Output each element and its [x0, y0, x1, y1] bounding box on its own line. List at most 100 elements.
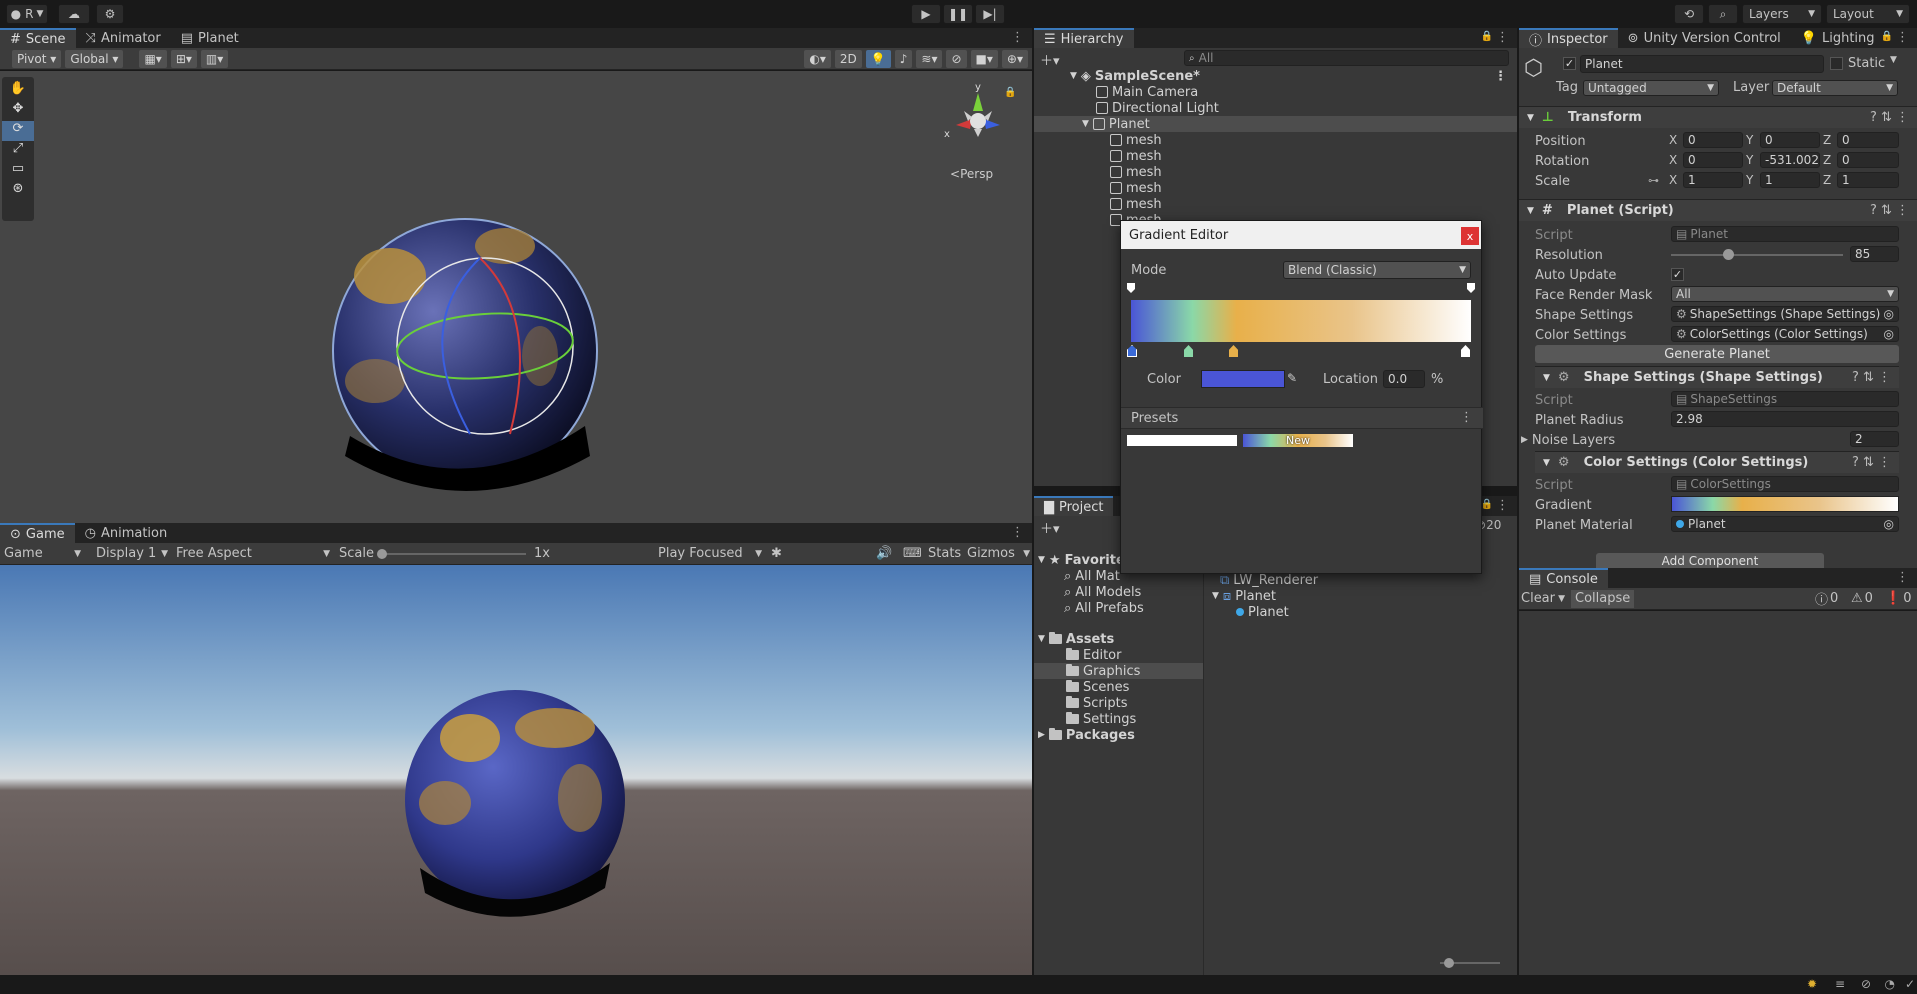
move-tool-icon[interactable]: ✥ — [2, 101, 34, 121]
tab-scene[interactable]: # Scene — [0, 28, 76, 48]
add-component-button[interactable]: Add Component — [1596, 553, 1824, 568]
lock-icon[interactable]: 🔒 — [1481, 499, 1493, 510]
scale-y-input[interactable]: 1 — [1760, 172, 1820, 188]
scale-x-input[interactable]: 1 — [1683, 172, 1743, 188]
hand-tool-icon[interactable]: ✋ — [2, 77, 34, 101]
favorite-item[interactable]: ⌕ All Prefabs — [1034, 600, 1203, 616]
mode-dropdown[interactable]: Blend (Classic) ▼ — [1283, 261, 1471, 279]
color-key-selected[interactable] — [1127, 345, 1137, 357]
cache-icon[interactable]: ≡ — [1835, 977, 1845, 991]
tab-lighting[interactable]: 💡 Lighting — [1791, 28, 1885, 48]
account-button[interactable]: ● R ▼ — [6, 4, 48, 24]
camera-dropdown[interactable]: ■ ▾ — [970, 49, 998, 68]
rotation-y-input[interactable]: -531.002 — [1760, 152, 1820, 168]
tab-inspector[interactable]: ⓘ Inspector — [1519, 28, 1618, 49]
target-icon[interactable]: ◎ — [1884, 517, 1894, 531]
tab-version-control[interactable]: ⊚ Unity Version Control — [1618, 28, 1791, 48]
resolution-slider-handle[interactable] — [1723, 249, 1734, 260]
component-menu-icons[interactable]: ? ⇅ ⋮ — [1852, 455, 1891, 470]
color-swatch[interactable] — [1201, 370, 1285, 388]
shape-settings-header[interactable]: ▼ ⚙ Shape Settings (Shape Settings) ? ⇅ … — [1535, 366, 1899, 388]
static-checkbox[interactable] — [1830, 57, 1843, 70]
target-icon[interactable]: ◎ — [1884, 307, 1894, 321]
gizmos-dropdown[interactable]: ⊕ ▾ — [1001, 49, 1028, 68]
clear-dropdown[interactable]: Clear ▼ — [1519, 591, 1567, 606]
rect-tool-icon[interactable]: ▭ — [2, 161, 34, 181]
layout-dropdown[interactable]: Layout ▼ — [1826, 4, 1910, 24]
alpha-key-right[interactable] — [1467, 283, 1475, 293]
rotation-x-input[interactable]: 0 — [1683, 152, 1743, 168]
game-view-dropdown[interactable]: Game ▼ — [0, 546, 85, 561]
lock-icon[interactable]: 🔒 — [1881, 31, 1893, 42]
noise-layers-count[interactable]: 2 — [1850, 431, 1899, 447]
play-mode-dropdown[interactable]: Play Focused ▼ — [658, 546, 762, 561]
2d-toggle[interactable]: 2D — [834, 49, 862, 68]
pivot-dropdown[interactable]: Pivot ▾ — [12, 49, 62, 68]
folder-item-scenes[interactable]: Scenes — [1034, 679, 1203, 695]
planet-radius-input[interactable]: 2.98 — [1671, 411, 1899, 427]
check-icon[interactable]: ✓ — [1905, 977, 1915, 991]
planet-scene-render[interactable] — [320, 206, 610, 496]
asset-item-lw-renderer[interactable]: ⧉ LW_Renderer — [1208, 572, 1508, 588]
display-dropdown[interactable]: Display 1 ▼ — [96, 546, 168, 561]
color-key[interactable] — [1229, 345, 1238, 357]
scale-tool-icon[interactable]: ⤢ — [2, 141, 34, 161]
asset-item-planet[interactable]: ▼ ⧈ Planet — [1208, 588, 1508, 604]
collapse-toggle[interactable]: Collapse — [1571, 589, 1635, 608]
error-count[interactable]: ❗ 0 — [1885, 591, 1911, 606]
lock-icon[interactable]: 🔒 — [1004, 87, 1016, 98]
more-icon[interactable]: ⋮ — [1496, 30, 1509, 45]
add-button[interactable]: ＋▾ — [1040, 50, 1060, 69]
component-menu-icons[interactable]: ? ⇅ ⋮ — [1870, 203, 1909, 218]
scene-root[interactable]: ▼ ◈ SampleScene* ⋮ — [1034, 68, 1517, 84]
layers-dropdown[interactable]: Layers ▼ — [1742, 4, 1822, 24]
position-y-input[interactable]: 0 — [1760, 132, 1820, 148]
keyboard-icon[interactable]: ⌨ — [903, 546, 922, 561]
more-icon[interactable]: ⋮ — [1011, 30, 1024, 45]
grid-snap-button[interactable]: ▦ ▾ — [139, 49, 167, 68]
scale-z-input[interactable]: 1 — [1837, 172, 1899, 188]
transform-tool-icon[interactable]: ⊛ — [2, 181, 34, 201]
tab-hierarchy[interactable]: ☰ Hierarchy — [1034, 28, 1134, 48]
asset-item-planet-material[interactable]: Planet — [1208, 604, 1508, 620]
global-dropdown[interactable]: Global ▾ — [65, 49, 124, 68]
shape-settings-field[interactable]: ⚙ ShapeSettings (Shape Settings) ◎ — [1671, 306, 1899, 322]
effects-dropdown[interactable]: ≋ ▾ — [916, 49, 943, 68]
packages-header[interactable]: ▶ Packages — [1034, 727, 1203, 743]
create-button[interactable]: ＋▾ — [1040, 518, 1060, 537]
generate-planet-button[interactable]: Generate Planet — [1535, 345, 1899, 363]
scene-viewport[interactable]: ✋ ✥ ⟳ ⤢ ▭ ⊛ y x <Persp 🔒 — [0, 71, 1032, 523]
auto-update-checkbox[interactable]: ✓ — [1671, 268, 1684, 281]
face-mask-dropdown[interactable]: All ▼ — [1671, 286, 1899, 302]
tab-project[interactable]: ▇ Project — [1034, 496, 1114, 516]
tab-planet[interactable]: ▤ Planet — [171, 28, 249, 48]
position-z-input[interactable]: 0 — [1837, 132, 1899, 148]
preset-new-button[interactable]: New — [1243, 434, 1353, 447]
tag-dropdown[interactable]: Untagged ▼ — [1583, 80, 1719, 96]
rotation-z-input[interactable]: 0 — [1837, 152, 1899, 168]
cloud-button[interactable]: ☁ — [58, 4, 90, 24]
color-key[interactable] — [1461, 345, 1470, 357]
hierarchy-item-mesh[interactable]: mesh — [1034, 180, 1517, 196]
eyedropper-icon[interactable]: ✎ — [1287, 371, 1303, 387]
rotate-tool-icon[interactable]: ⟳ — [2, 121, 34, 141]
preset-swatch-white[interactable] — [1127, 435, 1237, 446]
resolution-input[interactable]: 85 — [1850, 246, 1899, 262]
assets-header[interactable]: ▼ Assets — [1034, 631, 1203, 647]
more-icon[interactable]: ⋮ — [1896, 30, 1909, 45]
more-icon[interactable]: ⋮ — [1896, 570, 1909, 585]
services-button[interactable]: ⚙ — [96, 4, 124, 24]
pause-button[interactable]: ❚❚ — [943, 4, 973, 24]
folder-item-scripts[interactable]: Scripts — [1034, 695, 1203, 711]
target-icon[interactable]: ◎ — [1884, 327, 1894, 341]
stats-button[interactable]: Stats — [928, 546, 961, 561]
network-icon[interactable]: ⊘ — [1861, 977, 1871, 991]
increment-snap-button[interactable]: ⊞ ▾ — [170, 49, 197, 68]
planet-script-header[interactable]: ▼ # Planet (Script) ? ⇅ ⋮ — [1519, 199, 1917, 221]
icon-size-slider-handle[interactable] — [1444, 958, 1454, 968]
folder-item-editor[interactable]: Editor — [1034, 647, 1203, 663]
shading-dropdown[interactable]: ◐ ▾ — [804, 49, 831, 68]
mute-icon[interactable]: 🔊 — [876, 546, 892, 561]
noise-layers-foldout[interactable]: ▶ Noise Layers — [1521, 431, 1615, 449]
favorite-item[interactable]: ⌕ All Models — [1034, 584, 1203, 600]
